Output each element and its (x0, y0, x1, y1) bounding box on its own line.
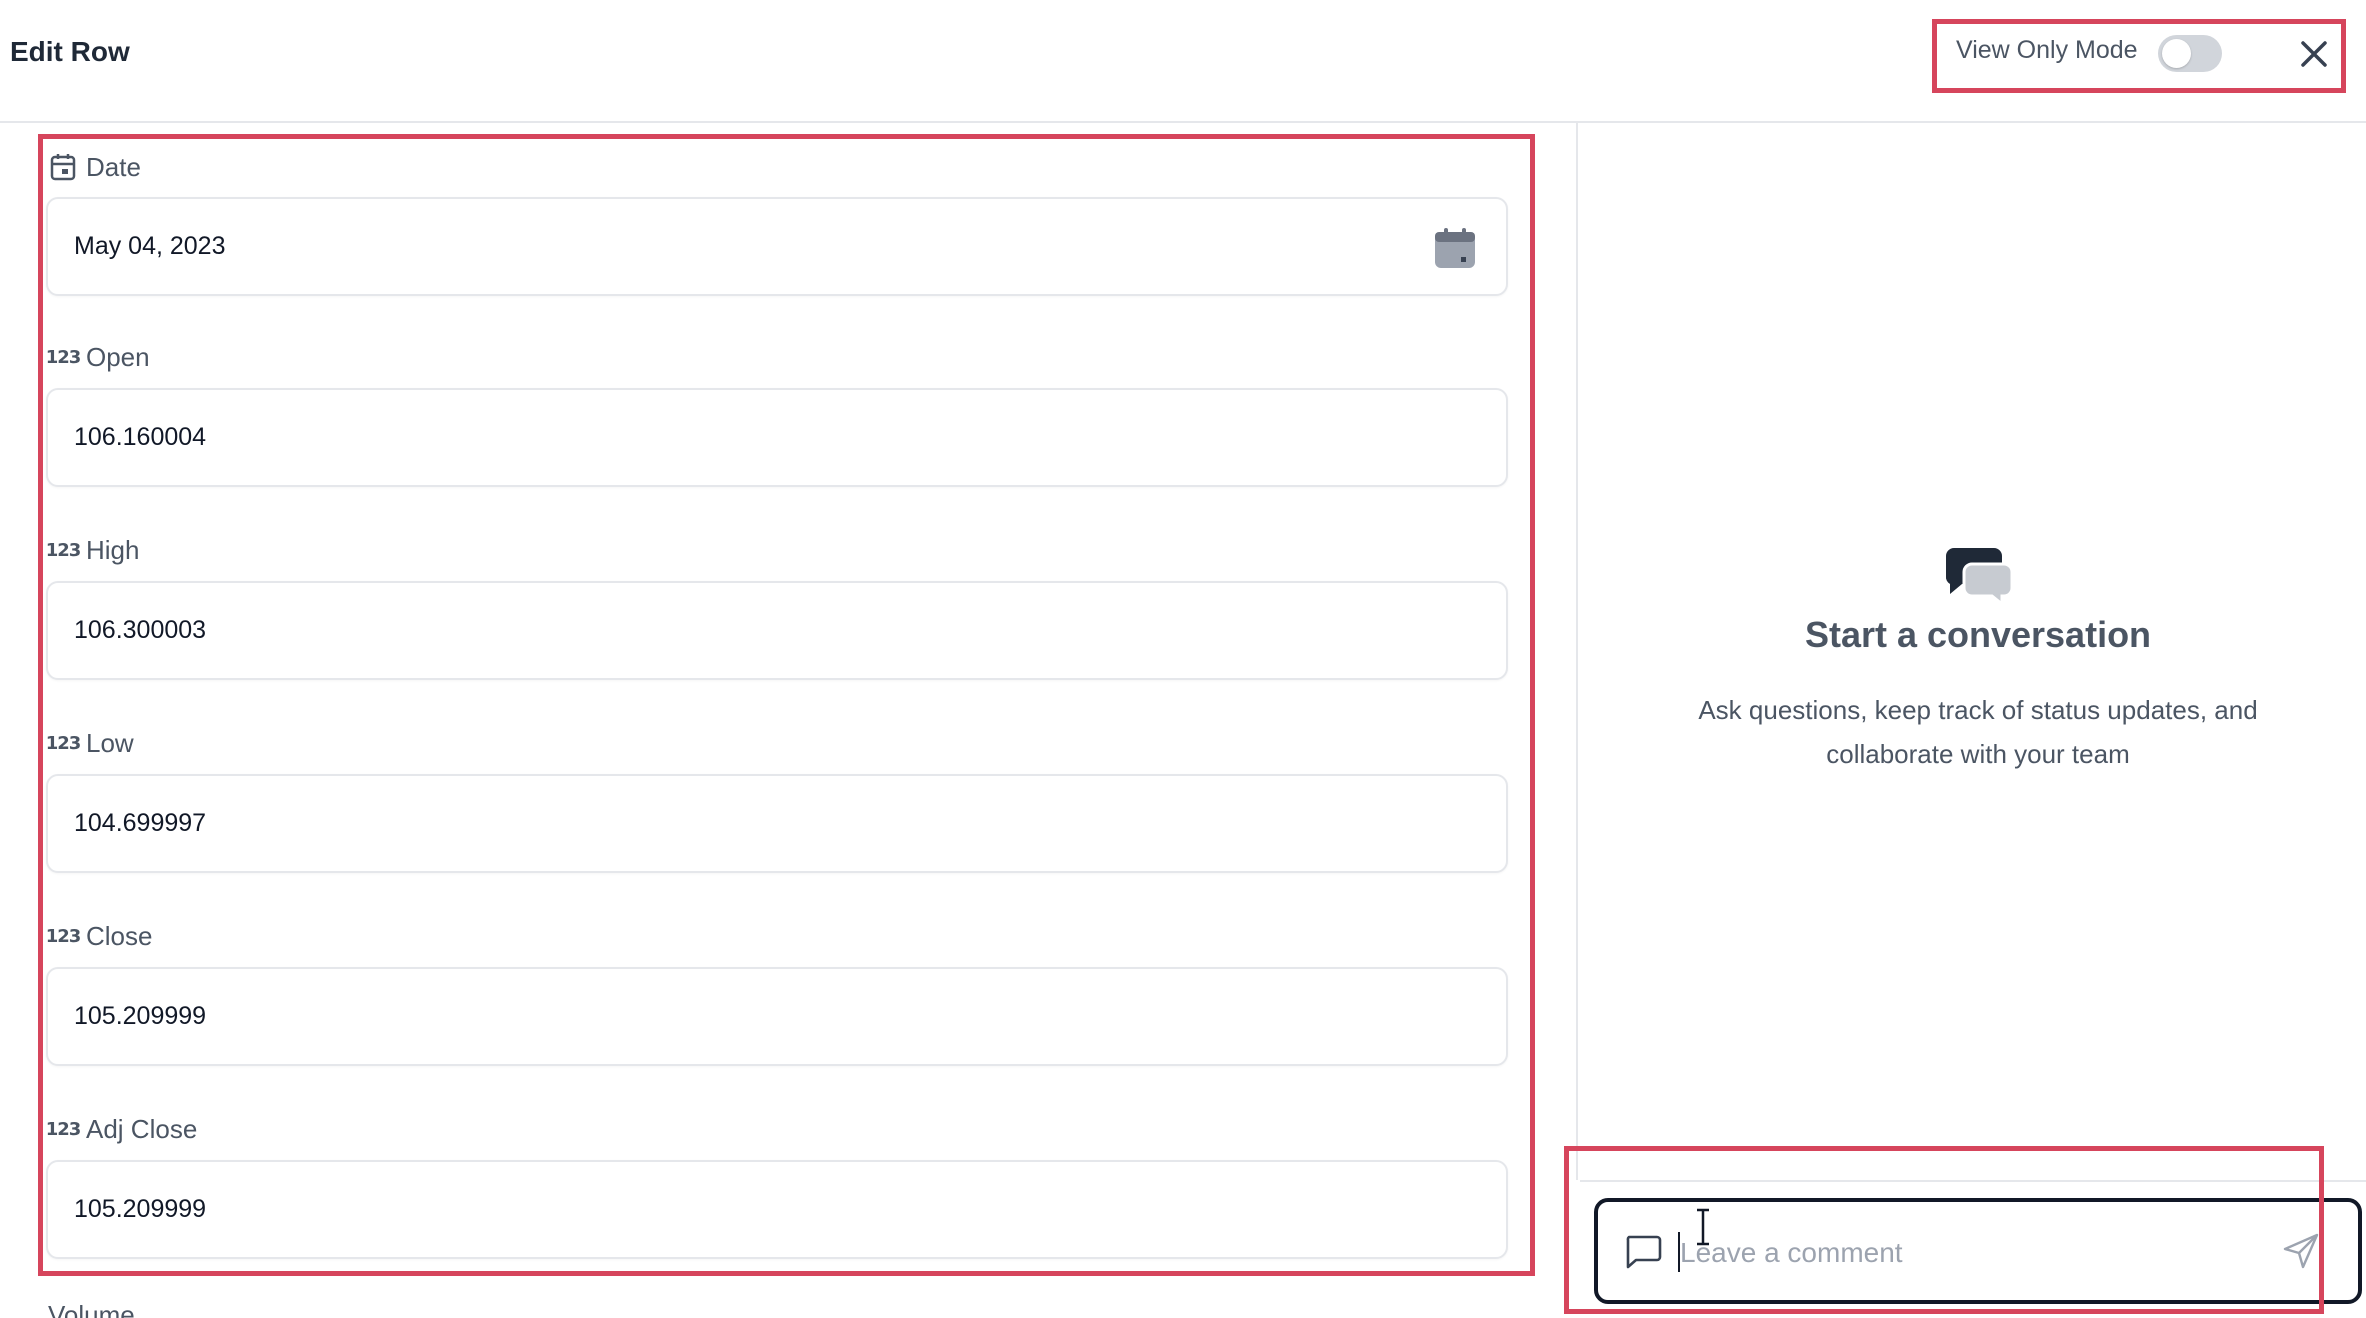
field-label-text: Close (86, 920, 153, 951)
send-button[interactable] (2282, 1232, 2320, 1270)
chat-bubbles-icon (1945, 548, 2014, 606)
field-label-date: Date (48, 150, 141, 184)
conversation-subtitle: Ask questions, keep track of status upda… (1698, 695, 2258, 769)
field-label-close: 123 Close (45, 919, 153, 953)
field-label-text: Low (86, 727, 134, 758)
highlight-form (38, 134, 1535, 1276)
low-field[interactable]: 104.699997 (46, 774, 1508, 873)
field-label-volume-partial: Volume (48, 1300, 135, 1318)
close-field[interactable]: 105.209999 (46, 967, 1508, 1066)
field-label-text: Date (86, 151, 141, 182)
comment-icon (1626, 1235, 1662, 1269)
close-button[interactable] (2294, 34, 2334, 74)
field-label-text: Adj Close (86, 1113, 198, 1144)
close-icon (2301, 41, 2327, 67)
panel-divider (1576, 123, 1578, 1180)
conversation-title: Start a conversation (1804, 614, 2152, 655)
low-value: 104.699997 (74, 809, 207, 837)
calendar-icon (1435, 228, 1475, 268)
number-icon: 123 (45, 925, 82, 947)
toggle-knob (2162, 39, 2191, 68)
text-caret (1678, 1232, 1680, 1272)
field-label-adj-close: 123 Adj Close (45, 1112, 198, 1146)
field-label-low: 123 Low (45, 726, 134, 760)
calendar-icon (48, 152, 78, 182)
date-field[interactable]: May 04, 2023 (46, 197, 1508, 296)
comment-separator (1580, 1180, 2366, 1182)
number-icon: 123 (45, 346, 82, 368)
field-label-open: 123 Open (45, 340, 150, 374)
close-value: 105.209999 (74, 1002, 207, 1030)
number-icon: 123 (45, 732, 82, 754)
date-value: May 04, 2023 (74, 232, 226, 260)
field-label-high: 123 High (45, 533, 140, 567)
view-only-toggle[interactable] (2158, 35, 2222, 72)
adj-close-value: 105.209999 (74, 1195, 207, 1223)
open-field[interactable]: 106.160004 (46, 388, 1508, 487)
high-field[interactable]: 106.300003 (46, 581, 1508, 680)
page-title: Edit Row (10, 36, 130, 67)
number-icon: 123 (45, 539, 82, 561)
date-picker-button[interactable] (1434, 227, 1476, 269)
field-label-text: High (86, 534, 140, 565)
field-label-text: Open (86, 341, 150, 372)
comment-input[interactable] (1678, 1226, 2242, 1280)
send-icon (2283, 1233, 2319, 1269)
text-cursor-icon (1697, 1208, 1709, 1246)
open-value: 106.160004 (74, 423, 207, 451)
view-only-label: View Only Mode (1956, 36, 2138, 64)
number-icon: 123 (45, 1118, 82, 1140)
high-value: 106.300003 (74, 616, 207, 644)
header: Edit Row View Only Mode (0, 0, 2366, 123)
adj-close-field[interactable]: 105.209999 (46, 1160, 1508, 1259)
